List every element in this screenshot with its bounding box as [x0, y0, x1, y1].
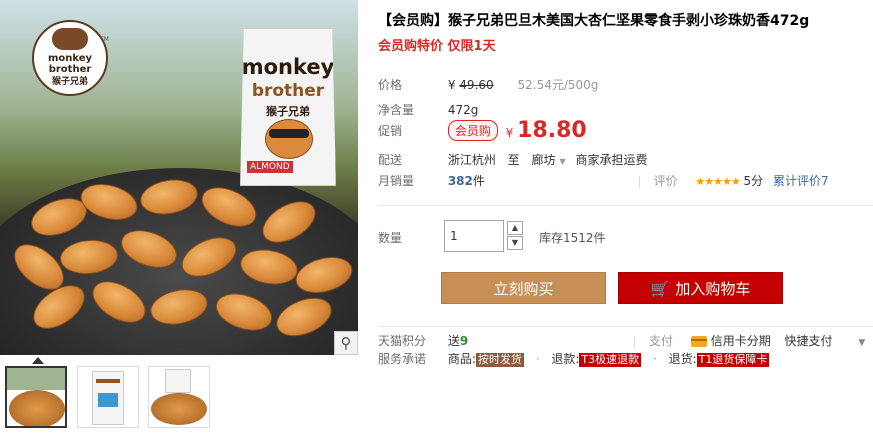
pay-label: 支付: [648, 334, 673, 348]
rating-label: 评价: [653, 174, 678, 188]
divider: [634, 335, 636, 348]
separator-dot: ·: [652, 352, 657, 366]
ship-from: 浙江杭州: [447, 153, 496, 167]
thumbnail-1[interactable]: [5, 366, 67, 428]
brand-logo: monkey brother 猴子兄弟: [32, 20, 108, 96]
ship-to-select[interactable]: 廊坊: [532, 153, 556, 167]
divider: [378, 205, 873, 206]
quantity-label-row: 数量: [378, 229, 444, 246]
price-row: 价格 ¥ 49.60 52.54元/500g: [378, 76, 598, 93]
thumbnail-strip: [0, 366, 358, 430]
service-goods-prefix: 商品:: [447, 352, 476, 366]
currency-symbol: ¥: [505, 126, 514, 140]
service-return-tag[interactable]: T1退货保障卡: [696, 353, 770, 367]
total-reviews-link[interactable]: 累计评价7: [773, 174, 829, 188]
credit-card-icon: [690, 336, 707, 347]
shipping-row: 配送 浙江杭州 至 廊坊 ▼ 商家承担运费: [378, 151, 648, 168]
quick-pay-option[interactable]: 快捷支付: [785, 334, 833, 348]
ship-to-word: 至: [507, 153, 520, 167]
weight-label: 净含量: [378, 103, 415, 117]
bag-brand: brother: [251, 81, 325, 101]
logo-text: monkey: [47, 53, 93, 64]
service-label: 服务承诺: [378, 352, 427, 366]
thumbnail-2[interactable]: [77, 366, 139, 428]
quantity-increase-button[interactable]: ▲: [507, 221, 523, 235]
promo-price: ¥ 18.80: [505, 118, 587, 143]
credit-label: 信用卡分期: [710, 334, 771, 348]
bag-brand: monkey: [241, 55, 335, 79]
add-to-cart-label: 加入购物车: [675, 280, 751, 298]
divider: [378, 326, 873, 327]
currency-symbol: ¥: [447, 78, 456, 92]
unit-price: 52.54元/500g: [517, 78, 599, 92]
divider: [638, 175, 640, 188]
points-label: 天猫积分: [378, 334, 427, 348]
price-label: 价格: [378, 78, 403, 92]
shipping-fee: 商家承担运费: [575, 153, 648, 167]
original-price-value: 49.60: [459, 78, 494, 92]
service-row: 服务承诺 商品: 按时发货 · 退款: T3极速退款 · 退货: T1退货保障卡: [378, 350, 770, 367]
credit-card-option[interactable]: 信用卡分期: [690, 334, 771, 348]
sales-count: 382: [447, 174, 473, 188]
promo-label: 促销: [378, 124, 403, 138]
original-price: ¥ 49.60: [448, 78, 494, 92]
points-value: 9: [459, 334, 469, 348]
separator-dot: ·: [535, 352, 540, 366]
add-to-cart-button[interactable]: 🛒 加入购物车: [618, 272, 783, 304]
thumbnail-3[interactable]: [148, 366, 210, 428]
promo-price-value: 18.80: [517, 118, 587, 143]
service-refund-tag[interactable]: T3极速退款: [579, 353, 642, 367]
service-refund-prefix: 退款:: [551, 352, 580, 366]
promo-badge: 会员购: [447, 120, 498, 141]
service-return-prefix: 退货:: [668, 352, 697, 366]
points-send: 送: [447, 334, 460, 348]
buy-now-button[interactable]: 立刻购买: [441, 272, 606, 304]
promo-row: 促销 会员购 ¥ 18.80: [378, 118, 587, 143]
star-rating-icon: ★★★★★: [695, 175, 740, 188]
weight-row: 净含量 472g: [378, 101, 478, 118]
sales-unit: 件: [472, 174, 485, 188]
product-title: 【会员购】猴子兄弟巴旦木美国大杏仁坚果零食手剥小珍珠奶香472g: [378, 13, 810, 29]
thumbnail-indicator: [32, 357, 44, 364]
logo-text: brother: [48, 64, 92, 75]
service-goods-tag[interactable]: 按时发货: [475, 353, 524, 367]
product-gallery: monkey brother 猴子兄弟 TM monkey brother 猴子…: [0, 0, 358, 447]
product-info: 【会员购】猴子兄弟巴旦木美国大杏仁坚果零食手剥小珍珠奶香472g 会员购特价 仅…: [378, 0, 873, 447]
bag-brand-cn: 猴子兄弟: [266, 105, 310, 118]
weight-value: 472g: [447, 103, 479, 117]
monkey-mascot-icon: [265, 119, 313, 159]
trademark: TM: [100, 36, 109, 43]
shipping-label: 配送: [378, 153, 403, 167]
sunglasses-icon: [269, 129, 309, 138]
points-row: 天猫积分 送9 支付 信用卡分期 快捷支付 ▼: [378, 332, 865, 349]
chevron-down-icon[interactable]: ▼: [560, 157, 566, 166]
logo-text-cn: 猴子兄弟: [51, 77, 88, 87]
bag-tag: ALMOND: [247, 161, 293, 173]
monkey-face-icon: [52, 28, 88, 50]
main-product-image[interactable]: monkey brother 猴子兄弟 TM monkey brother 猴子…: [0, 0, 358, 355]
quantity-decrease-button[interactable]: ▼: [507, 236, 523, 250]
sales-row: 月销量 382件 评价 ★★★★★ 5分 累计评价7: [378, 172, 829, 189]
cart-icon: 🛒: [650, 280, 670, 298]
chevron-down-icon[interactable]: ▼: [858, 338, 865, 348]
quantity-label: 数量: [378, 231, 403, 245]
sales-label: 月销量: [378, 174, 415, 188]
stock-count: 库存1512件: [539, 231, 606, 245]
product-subtitle: 会员购特价 仅限1天: [378, 39, 496, 54]
magnifier-icon[interactable]: ⚲: [334, 331, 358, 355]
rating-score: 5分: [743, 174, 764, 188]
product-bag: monkey brother 猴子兄弟 ALMOND: [240, 28, 336, 186]
quantity-input[interactable]: 1: [444, 220, 504, 252]
